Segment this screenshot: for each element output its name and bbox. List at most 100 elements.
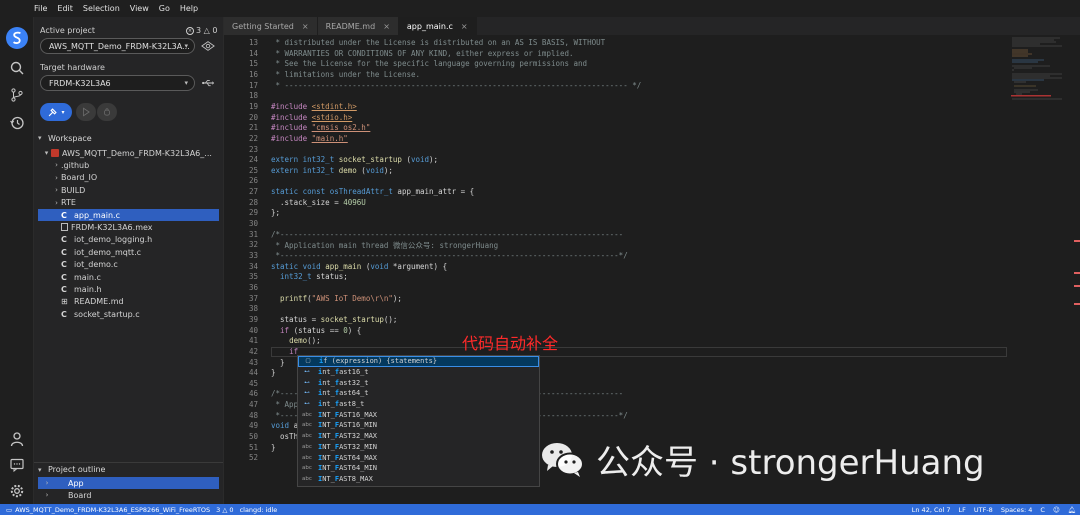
- project-settings-icon[interactable]: [200, 38, 216, 54]
- code-line: extern int32_t socket_startup (void);: [271, 155, 439, 165]
- project-outline-section-header[interactable]: ▾ Project outline: [34, 462, 223, 476]
- scrollbar-marker: [1074, 240, 1080, 242]
- notifications-bell-icon[interactable]: 🔔︎: [1068, 506, 1076, 514]
- tree-item[interactable]: Capp_main.c: [38, 209, 219, 221]
- app-logo-icon[interactable]: [5, 27, 29, 49]
- line-number: 24: [248, 155, 258, 165]
- history-icon[interactable]: [5, 112, 29, 134]
- close-icon[interactable]: ×: [383, 22, 390, 31]
- search-icon[interactable]: [5, 57, 29, 79]
- suggestion-item[interactable]: ⊷ int_fast64_t: [298, 388, 539, 399]
- tree-item-label: main.c: [74, 272, 101, 282]
- status-eol[interactable]: LF: [958, 506, 965, 514]
- suggestion-label: int_fast32_t: [318, 379, 369, 387]
- editor-tab[interactable]: app_main.c ×: [398, 17, 477, 35]
- tree-item[interactable]: FRDM-K32L3A6.mex: [38, 221, 219, 233]
- markdown-file-icon: ⊞: [61, 297, 68, 307]
- suggestion-item[interactable]: abc INT_FAST32_MIN: [298, 442, 539, 453]
- run-button[interactable]: [76, 103, 96, 121]
- suggestion-label: INT_FAST16_MAX: [318, 411, 377, 419]
- line-number: 35: [248, 272, 258, 282]
- tree-item[interactable]: Ciot_demo_mqtt.c: [38, 246, 219, 258]
- tab-label: README.md: [325, 21, 376, 31]
- usb-icon[interactable]: [200, 75, 216, 91]
- status-problems[interactable]: 3 △ 0: [216, 506, 233, 514]
- code-line: * --------------------------------------…: [271, 80, 642, 90]
- suggestion-text: nt_: [322, 378, 335, 387]
- suggestion-item[interactable]: abc INT_FAST64_MIN: [298, 463, 539, 474]
- workspace-section-header[interactable]: ▾ Workspace: [34, 131, 223, 145]
- tree-item[interactable]: › .github: [38, 159, 219, 171]
- suggestion-item[interactable]: abc INT_FAST32_MAX: [298, 431, 539, 442]
- line-number: 49: [248, 421, 258, 431]
- close-icon[interactable]: ×: [461, 22, 468, 31]
- status-clangd[interactable]: clangd: idle: [240, 506, 278, 514]
- editor-scrollbar[interactable]: [1074, 35, 1080, 504]
- status-position[interactable]: Ln 42, Col 7: [912, 506, 951, 514]
- activity-bar: [0, 17, 34, 504]
- active-project-label: Active project: [40, 26, 96, 35]
- editor-tab[interactable]: README.md ×: [317, 17, 399, 35]
- status-remote-icon[interactable]: ▭: [6, 506, 12, 514]
- suggestion-text: AST64_MIN: [339, 464, 378, 473]
- menu-edit[interactable]: Edit: [57, 4, 73, 13]
- editor-tab[interactable]: Getting Started ×: [224, 17, 318, 35]
- tree-item[interactable]: Cmain.c: [38, 271, 219, 283]
- tree-item[interactable]: ⊞ README.md: [38, 296, 219, 308]
- file-icon: [61, 223, 68, 232]
- tree-item[interactable]: Ciot_demo.c: [38, 259, 219, 271]
- status-encoding[interactable]: UTF-8: [974, 506, 993, 514]
- status-spaces[interactable]: Spaces: 4: [1001, 506, 1033, 514]
- suggestion-item[interactable]: ⊷ int_fast32_t: [298, 377, 539, 388]
- code-line: }: [271, 368, 276, 378]
- source-control-icon[interactable]: [5, 84, 29, 106]
- autocomplete-annotation: 代码自动补全: [462, 334, 559, 353]
- line-number: 15: [248, 59, 258, 69]
- tree-item[interactable]: › BUILD: [38, 184, 219, 196]
- menu-help[interactable]: Help: [180, 4, 198, 13]
- close-icon[interactable]: ×: [302, 22, 309, 31]
- status-language[interactable]: C: [1040, 506, 1045, 514]
- debug-button[interactable]: [97, 103, 117, 121]
- watermark: 公众号 · strongerHuang: [540, 436, 985, 483]
- tree-item[interactable]: ▾ AWS_MQTT_Demo_FRDM-K32L3A6_...: [38, 147, 219, 159]
- hammer-icon: [49, 107, 58, 116]
- code-line: .stack_size = 4096U: [271, 197, 366, 207]
- status-bar: ▭ AWS_MQTT_Demo_FRDM-K32L3A6_ESP8266_WiF…: [0, 504, 1080, 515]
- menu-view[interactable]: View: [130, 4, 149, 13]
- scrollbar-marker: [1074, 285, 1080, 287]
- feedback-icon[interactable]: [5, 454, 29, 476]
- active-project-select[interactable]: AWS_MQTT_Demo_FRDM-K32L3A... ▾: [40, 38, 195, 54]
- status-project[interactable]: AWS_MQTT_Demo_FRDM-K32L3A6_ESP8266_WiFi_…: [15, 506, 210, 514]
- settings-gear-icon[interactable]: [5, 480, 29, 502]
- outline-item[interactable]: › Board: [38, 489, 219, 501]
- tree-item[interactable]: Ciot_demo_logging.h: [38, 234, 219, 246]
- code-line: status = socket_startup();: [271, 314, 398, 324]
- suggestion-item[interactable]: abc INT_FAST8_MAX: [298, 474, 539, 485]
- outline-item[interactable]: › App: [38, 477, 219, 489]
- problems-count[interactable]: × 3 △ 0: [186, 26, 217, 35]
- suggestion-item[interactable]: abc INT_FAST64_MAX: [298, 452, 539, 463]
- account-icon[interactable]: [5, 428, 29, 450]
- code-line: };: [271, 208, 281, 218]
- menu-file[interactable]: File: [34, 4, 47, 13]
- build-button[interactable]: ▾: [40, 103, 72, 121]
- line-number: 14: [248, 48, 258, 58]
- menu-go[interactable]: Go: [159, 4, 170, 13]
- symbol-icon: ⊷: [304, 368, 310, 375]
- tree-item[interactable]: › Board_IO: [38, 172, 219, 184]
- tree-item[interactable]: › RTE: [38, 197, 219, 209]
- line-number: 25: [248, 165, 258, 175]
- suggestion-item[interactable]: ⊷ int_fast8_t: [298, 399, 539, 410]
- tree-item-label: RTE: [61, 198, 76, 208]
- suggestion-item[interactable]: ▢ if (expression) {statements}: [298, 356, 539, 367]
- tree-item[interactable]: Cmain.h: [38, 283, 219, 295]
- suggestion-item[interactable]: abc INT_FAST16_MIN: [298, 420, 539, 431]
- target-hardware-select[interactable]: FRDM-K32L3A6 ▾: [40, 75, 195, 91]
- tree-item[interactable]: Csocket_startup.c: [38, 308, 219, 320]
- minimap[interactable]: [1010, 35, 1074, 115]
- menu-selection[interactable]: Selection: [83, 4, 120, 13]
- suggestion-item[interactable]: ⊷ int_fast16_t: [298, 367, 539, 378]
- suggestion-item[interactable]: abc INT_FAST16_MAX: [298, 410, 539, 421]
- status-feedback-icon[interactable]: ☺: [1053, 506, 1060, 514]
